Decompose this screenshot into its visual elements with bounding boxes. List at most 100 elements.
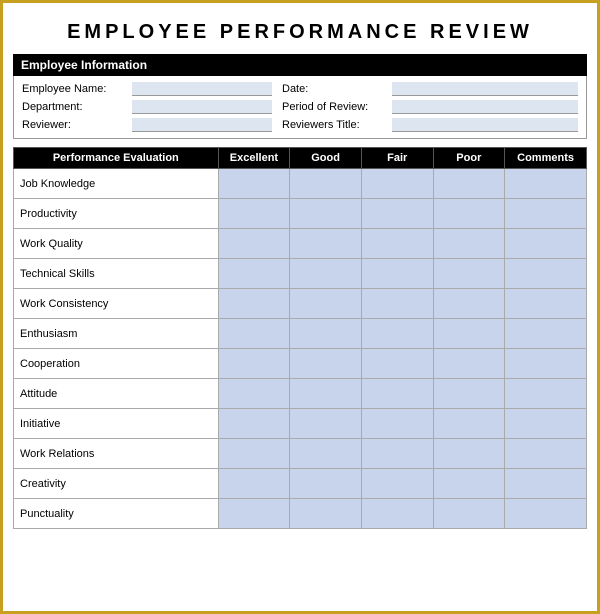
cell-poor[interactable] <box>433 319 505 349</box>
reviewer-row: Reviewer: Reviewers Title: <box>22 118 578 132</box>
date-input[interactable] <box>392 82 578 96</box>
date-label: Date: <box>282 83 392 95</box>
cell-comments[interactable] <box>505 469 587 499</box>
cell-excellent[interactable] <box>218 469 290 499</box>
employee-name-row: Employee Name: Date: <box>22 82 578 96</box>
table-row: Attitude <box>14 379 587 409</box>
cell-comments[interactable] <box>505 349 587 379</box>
cell-excellent[interactable] <box>218 289 290 319</box>
row-label: Cooperation <box>14 349 219 379</box>
cell-excellent[interactable] <box>218 199 290 229</box>
cell-poor[interactable] <box>433 379 505 409</box>
row-label: Work Relations <box>14 439 219 469</box>
cell-poor[interactable] <box>433 469 505 499</box>
table-header-row: Performance Evaluation Excellent Good Fa… <box>14 148 587 169</box>
period-label: Period of Review: <box>282 101 392 113</box>
cell-poor[interactable] <box>433 409 505 439</box>
table-row: Initiative <box>14 409 587 439</box>
cell-poor[interactable] <box>433 499 505 529</box>
cell-comments[interactable] <box>505 499 587 529</box>
department-input[interactable] <box>132 100 272 114</box>
cell-comments[interactable] <box>505 289 587 319</box>
row-label: Work Quality <box>14 229 219 259</box>
cell-good[interactable] <box>290 319 362 349</box>
cell-fair[interactable] <box>361 199 433 229</box>
cell-excellent[interactable] <box>218 379 290 409</box>
table-row: Cooperation <box>14 349 587 379</box>
cell-comments[interactable] <box>505 169 587 199</box>
table-row: Creativity <box>14 469 587 499</box>
row-label: Creativity <box>14 469 219 499</box>
table-row: Productivity <box>14 199 587 229</box>
cell-comments[interactable] <box>505 229 587 259</box>
cell-poor[interactable] <box>433 259 505 289</box>
cell-good[interactable] <box>290 409 362 439</box>
cell-excellent[interactable] <box>218 169 290 199</box>
cell-good[interactable] <box>290 259 362 289</box>
table-row: Work Quality <box>14 229 587 259</box>
cell-fair[interactable] <box>361 409 433 439</box>
col-poor: Poor <box>433 148 505 169</box>
cell-excellent[interactable] <box>218 349 290 379</box>
cell-good[interactable] <box>290 499 362 529</box>
cell-poor[interactable] <box>433 439 505 469</box>
col-fair: Fair <box>361 148 433 169</box>
cell-good[interactable] <box>290 439 362 469</box>
cell-fair[interactable] <box>361 229 433 259</box>
cell-good[interactable] <box>290 229 362 259</box>
employee-name-input[interactable] <box>132 82 272 96</box>
table-row: Work Relations <box>14 439 587 469</box>
cell-good[interactable] <box>290 349 362 379</box>
reviewer-label: Reviewer: <box>22 119 132 131</box>
cell-excellent[interactable] <box>218 229 290 259</box>
table-row: Technical Skills <box>14 259 587 289</box>
cell-fair[interactable] <box>361 379 433 409</box>
employee-info-header: Employee Information <box>13 54 587 76</box>
period-input[interactable] <box>392 100 578 114</box>
col-good: Good <box>290 148 362 169</box>
employee-info-section: Employee Name: Date: Department: Period … <box>13 76 587 139</box>
cell-poor[interactable] <box>433 199 505 229</box>
table-row: Job Knowledge <box>14 169 587 199</box>
cell-good[interactable] <box>290 469 362 499</box>
cell-poor[interactable] <box>433 169 505 199</box>
col-excellent: Excellent <box>218 148 290 169</box>
row-label: Job Knowledge <box>14 169 219 199</box>
cell-fair[interactable] <box>361 169 433 199</box>
cell-comments[interactable] <box>505 319 587 349</box>
cell-comments[interactable] <box>505 409 587 439</box>
cell-comments[interactable] <box>505 439 587 469</box>
cell-excellent[interactable] <box>218 499 290 529</box>
cell-excellent[interactable] <box>218 439 290 469</box>
department-label: Department: <box>22 101 132 113</box>
table-row: Work Consistency <box>14 289 587 319</box>
employee-name-label: Employee Name: <box>22 83 132 95</box>
reviewer-title-input[interactable] <box>392 118 578 132</box>
cell-excellent[interactable] <box>218 319 290 349</box>
cell-excellent[interactable] <box>218 409 290 439</box>
cell-good[interactable] <box>290 169 362 199</box>
cell-fair[interactable] <box>361 259 433 289</box>
cell-good[interactable] <box>290 199 362 229</box>
cell-good[interactable] <box>290 289 362 319</box>
cell-fair[interactable] <box>361 289 433 319</box>
cell-poor[interactable] <box>433 289 505 319</box>
table-row: Enthusiasm <box>14 319 587 349</box>
reviewer-input[interactable] <box>132 118 272 132</box>
reviewer-title-label: Reviewers Title: <box>282 119 392 131</box>
cell-comments[interactable] <box>505 199 587 229</box>
evaluation-table: Performance Evaluation Excellent Good Fa… <box>13 147 587 529</box>
cell-fair[interactable] <box>361 469 433 499</box>
cell-fair[interactable] <box>361 349 433 379</box>
cell-fair[interactable] <box>361 439 433 469</box>
cell-excellent[interactable] <box>218 259 290 289</box>
cell-poor[interactable] <box>433 229 505 259</box>
cell-good[interactable] <box>290 379 362 409</box>
cell-comments[interactable] <box>505 259 587 289</box>
cell-poor[interactable] <box>433 349 505 379</box>
cell-comments[interactable] <box>505 379 587 409</box>
row-label: Productivity <box>14 199 219 229</box>
row-label: Work Consistency <box>14 289 219 319</box>
cell-fair[interactable] <box>361 499 433 529</box>
cell-fair[interactable] <box>361 319 433 349</box>
